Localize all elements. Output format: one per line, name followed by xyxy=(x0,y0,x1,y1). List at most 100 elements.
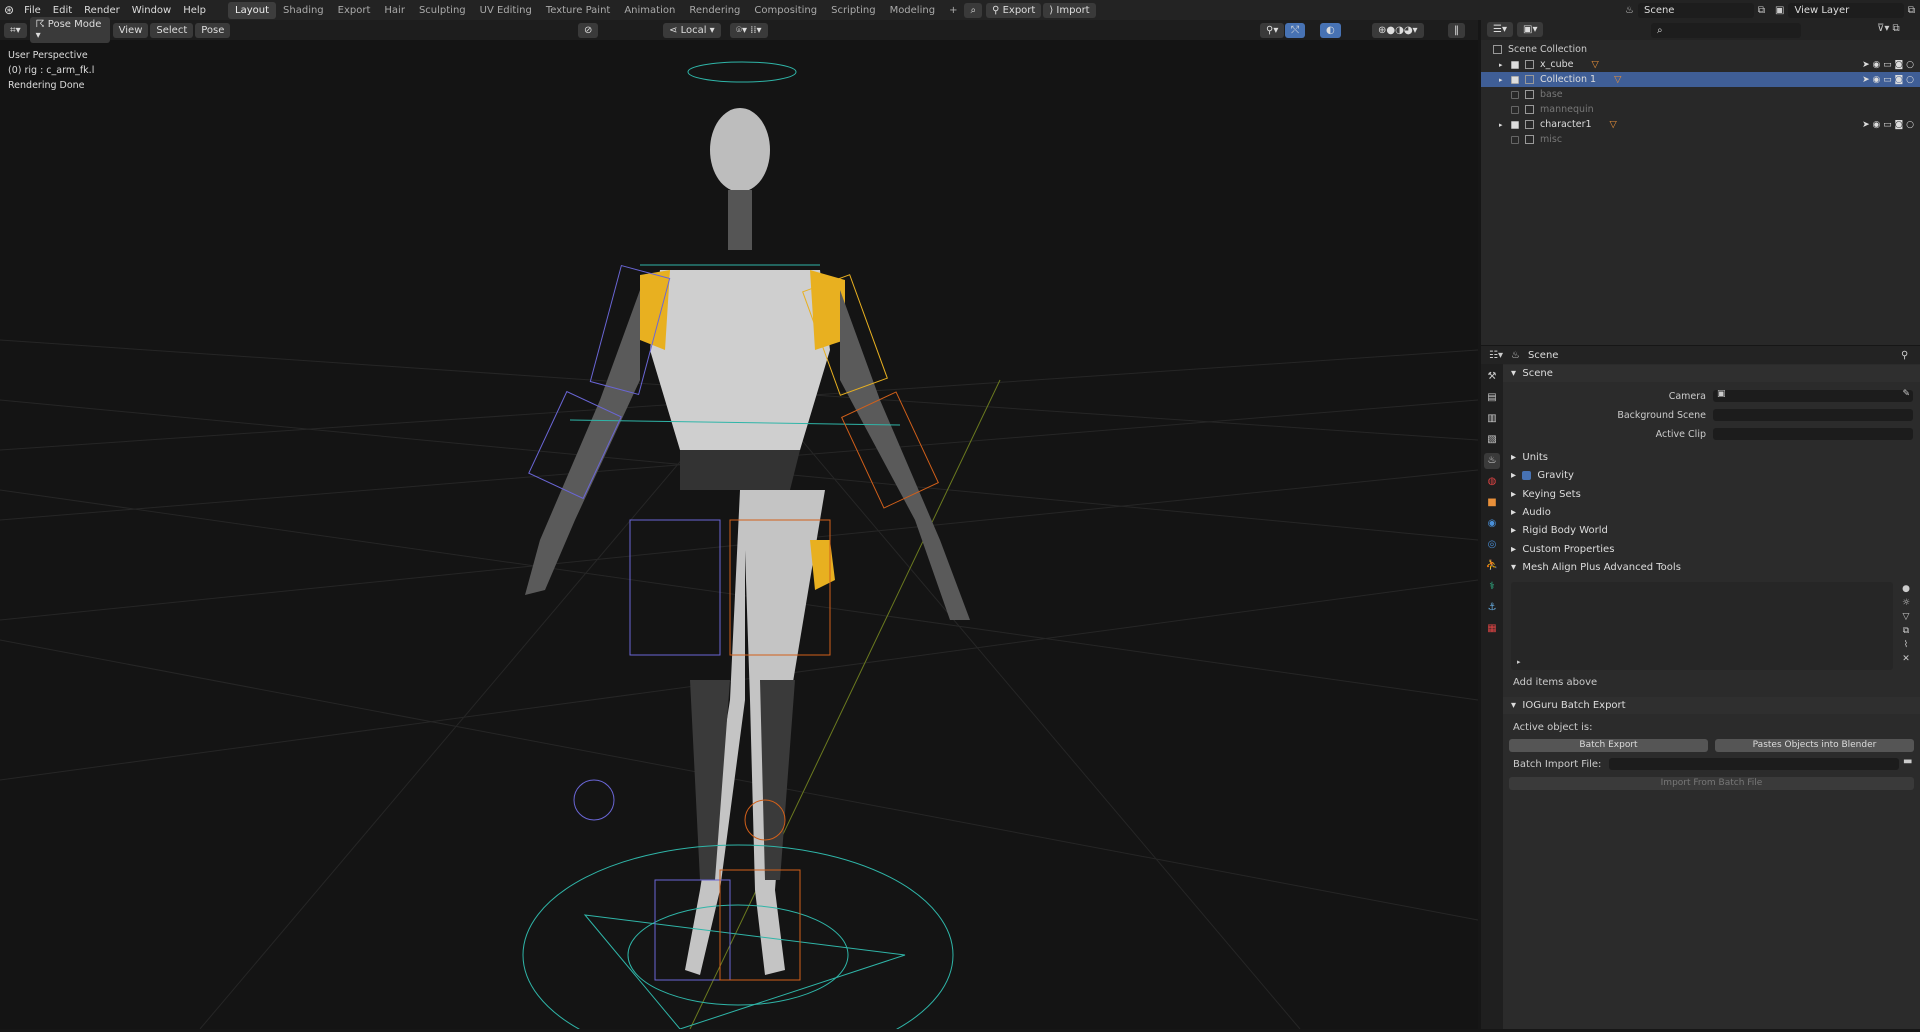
texture-icon[interactable]: ▦ xyxy=(1484,621,1500,637)
tab-shading[interactable]: Shading xyxy=(276,2,331,19)
visibility-icon[interactable]: ⤲ xyxy=(1285,22,1305,38)
tab-rendering[interactable]: Rendering xyxy=(682,2,747,19)
dot-icon[interactable]: ● xyxy=(1899,582,1913,596)
search-icon[interactable]: ⌕ xyxy=(964,2,983,18)
section-mesh-align-plus-advanced-tools[interactable]: ▾ Mesh Align Plus Advanced Tools xyxy=(1503,559,1920,576)
new-view-layer-icon[interactable]: ⧉ xyxy=(1908,5,1915,16)
exclude-checkbox[interactable] xyxy=(1511,90,1519,99)
filter-icon[interactable]: ⊽▾ ⧉ xyxy=(1877,23,1900,34)
shading-modes[interactable]: ⊕●◑◕▾ xyxy=(1372,22,1424,38)
tab-scripting[interactable]: Scripting xyxy=(824,2,882,19)
menu-edit[interactable]: Edit xyxy=(47,5,78,16)
outliner-item[interactable]: misc xyxy=(1481,132,1920,147)
output-icon[interactable]: ▥ xyxy=(1484,411,1500,427)
expand-arrow-icon[interactable]: ▸ xyxy=(1499,121,1511,129)
outliner-item[interactable]: ▸ x_cube ➤ ◉ ▭ ◙ ○ ▽ xyxy=(1481,57,1920,72)
tool-icon[interactable]: ⚒ xyxy=(1484,369,1500,385)
tab-export[interactable]: Export xyxy=(331,2,378,19)
filter-view-icon[interactable]: ▣▾ xyxy=(1517,22,1544,37)
remove-icon[interactable]: ✕ xyxy=(1899,652,1913,666)
scene-icon[interactable]: ♨ xyxy=(1484,453,1500,469)
snap-icon[interactable]: ⌾▾ ⁞⁞▾ xyxy=(730,22,768,38)
overlays-icon[interactable]: ◐ xyxy=(1320,22,1341,38)
expand-arrow-icon[interactable]: ▸ xyxy=(1499,61,1511,69)
tab-hair[interactable]: Hair xyxy=(377,2,412,19)
ioguru-panel-header[interactable]: ▾ IOGuru Batch Export xyxy=(1503,697,1920,714)
tab-animation[interactable]: Animation xyxy=(617,2,682,19)
bone-icon[interactable]: ⚕ xyxy=(1484,579,1500,595)
viewport-menu-pose[interactable]: Pose xyxy=(195,22,231,38)
3d-viewport[interactable] xyxy=(0,20,1479,1032)
mesh-align-list[interactable]: ▸ xyxy=(1511,582,1893,670)
curve-icon[interactable]: ⌇ xyxy=(1899,638,1913,652)
editor-type-icon[interactable]: ☷▾ xyxy=(1489,350,1503,361)
section-rigid-body-world[interactable]: ▸ Rigid Body World xyxy=(1503,522,1920,539)
tab-uv-editing[interactable]: UV Editing xyxy=(473,2,539,19)
background-scene-field[interactable] xyxy=(1713,409,1913,421)
eyedropper-icon[interactable]: ✎ xyxy=(1902,389,1910,399)
object-data-icon[interactable]: ⛹ xyxy=(1484,558,1500,574)
render-icon[interactable]: ▤ xyxy=(1484,390,1500,406)
view-layer-icon[interactable]: ▧ xyxy=(1484,432,1500,448)
outliner-item[interactable]: base xyxy=(1481,87,1920,102)
import-button[interactable]: ⟩ Import xyxy=(1043,2,1096,18)
tab-compositing[interactable]: Compositing xyxy=(747,2,824,19)
display-mode-icon[interactable]: ☰▾ xyxy=(1487,22,1513,37)
camera-field[interactable]: ▣ ✎ xyxy=(1713,389,1913,402)
section-units[interactable]: ▸ Units xyxy=(1503,449,1920,466)
exclude-checkbox[interactable] xyxy=(1511,135,1519,144)
editor-type-button[interactable]: ⌗▾ xyxy=(4,22,27,38)
transform-pivot-icon[interactable]: ⊘ xyxy=(578,22,599,38)
blender-logo-icon[interactable]: ⊛ xyxy=(4,3,14,17)
folder-icon[interactable]: ▬ xyxy=(1903,756,1912,767)
section-audio[interactable]: ▸ Audio xyxy=(1503,504,1920,521)
exclude-checkbox[interactable] xyxy=(1511,75,1519,84)
menu-window[interactable]: Window xyxy=(126,5,177,16)
menu-file[interactable]: File xyxy=(18,5,47,16)
menu-help[interactable]: Help xyxy=(177,5,212,16)
new-scene-icon[interactable]: ⧉ xyxy=(1758,5,1765,16)
exclude-checkbox[interactable] xyxy=(1511,105,1519,114)
expand-icon[interactable]: ▸ xyxy=(1517,658,1521,666)
tab-modeling[interactable]: Modeling xyxy=(883,2,943,19)
light-icon[interactable]: ☼ xyxy=(1899,596,1913,610)
pause-icon[interactable]: ‖ xyxy=(1448,22,1465,38)
scene-panel-header[interactable]: ▾ Scene xyxy=(1503,365,1920,382)
triangle-icon[interactable]: ▽ xyxy=(1899,610,1913,624)
outliner-search-input[interactable]: ⌕ xyxy=(1651,23,1801,38)
batch-export-button[interactable]: Batch Export xyxy=(1509,739,1708,752)
scene-collection-row[interactable]: Scene Collection xyxy=(1481,42,1920,57)
scene-selector[interactable]: ♨ Scene ⧉ xyxy=(1625,2,1765,18)
pastes-objects-button[interactable]: Pastes Objects into Blender xyxy=(1715,739,1914,752)
tab-texture-paint[interactable]: Texture Paint xyxy=(539,2,618,19)
tab-sculpting[interactable]: Sculpting xyxy=(412,2,473,19)
restrict-toggles-icon[interactable]: ➤ ◉ ▭ ◙ ○ xyxy=(1862,75,1914,85)
modifier-icon[interactable]: ◉ xyxy=(1484,516,1500,532)
add-workspace-button[interactable]: + xyxy=(942,2,964,19)
expand-arrow-icon[interactable]: ▸ xyxy=(1499,76,1511,84)
active-clip-field[interactable] xyxy=(1713,428,1913,440)
view-layer-selector[interactable]: ▣ View Layer ⧉ xyxy=(1775,2,1915,18)
menu-render[interactable]: Render xyxy=(78,5,126,16)
gravity-checkbox[interactable] xyxy=(1522,471,1532,481)
gizmo-icon[interactable]: ⚲▾ xyxy=(1260,22,1285,38)
pin-icon[interactable]: ⚲ xyxy=(1901,350,1908,361)
world-icon[interactable]: ◍ xyxy=(1484,474,1500,490)
orientation-selector[interactable]: ⋖ Local ▾ xyxy=(663,22,721,38)
object-icon[interactable]: ■ xyxy=(1484,495,1500,511)
physics-icon[interactable]: ◎ xyxy=(1484,537,1500,553)
outliner-item[interactable]: ▸ Collection 1 ➤ ◉ ▭ ◙ ○ ▽ xyxy=(1481,72,1920,87)
section-keying-sets[interactable]: ▸ Keying Sets xyxy=(1503,486,1920,503)
export-button[interactable]: ⚲ Export xyxy=(986,2,1042,18)
tab-layout[interactable]: Layout xyxy=(228,1,277,19)
batch-import-field[interactable] xyxy=(1609,758,1899,770)
mode-selector[interactable]: ☈ Pose Mode ▾ xyxy=(29,17,110,43)
viewport-menu-select[interactable]: Select xyxy=(150,22,194,38)
outliner-item[interactable]: mannequin xyxy=(1481,102,1920,117)
section-gravity[interactable]: ▸ Gravity xyxy=(1503,467,1920,484)
exclude-checkbox[interactable] xyxy=(1511,120,1519,129)
constraint-icon[interactable]: ⚓ xyxy=(1484,600,1500,616)
restrict-toggles-icon[interactable]: ➤ ◉ ▭ ◙ ○ xyxy=(1862,60,1914,70)
import-from-batch-button[interactable]: Import From Batch File xyxy=(1509,777,1914,790)
restrict-toggles-icon[interactable]: ➤ ◉ ▭ ◙ ○ xyxy=(1862,120,1914,130)
